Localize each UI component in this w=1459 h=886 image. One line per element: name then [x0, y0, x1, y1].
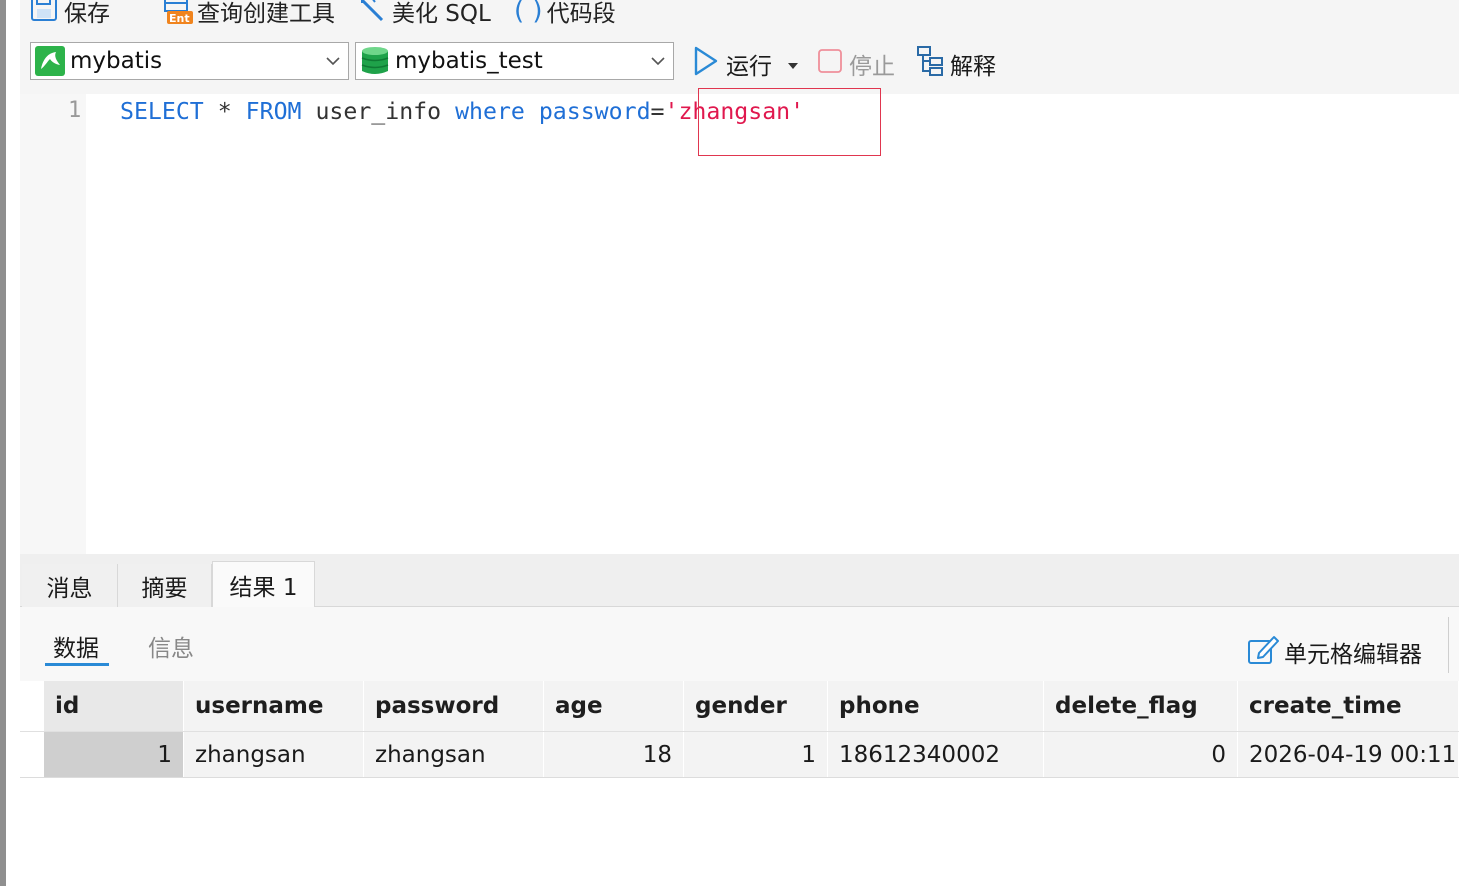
explain-button[interactable]: 解释 — [916, 45, 996, 83]
cell-phone[interactable]: 18612340002 — [828, 732, 1044, 777]
beautify-sql-label: 美化 SQL — [392, 1, 491, 27]
save-label: 保存 — [64, 1, 110, 27]
stop-square-icon — [817, 48, 843, 80]
column-header-delete-flag[interactable]: delete_flag — [1044, 681, 1238, 731]
query-builder-icon: Ent — [161, 0, 195, 25]
tab-result-1[interactable]: 结果 1 — [212, 561, 315, 608]
database-select[interactable]: mybatis_test — [355, 42, 674, 80]
table-row[interactable]: 1 zhangsan zhangsan 18 1 18612340002 0 2… — [20, 731, 1459, 778]
cell-editor-button[interactable]: 单元格编辑器 — [1246, 633, 1422, 671]
mysql-dolphin-icon — [34, 45, 66, 77]
magic-wand-icon — [358, 0, 392, 28]
database-selected-value: mybatis_test — [395, 48, 543, 74]
parentheses-icon: ( ) — [514, 0, 543, 26]
column-header-password[interactable]: password — [364, 681, 544, 731]
tab-result-1-label: 结果 1 — [229, 575, 298, 601]
subtab-data[interactable]: 数据 — [53, 629, 99, 663]
tab-messages[interactable]: 消息 — [22, 564, 118, 607]
annotation-highlight-box — [698, 88, 881, 156]
query-builder-button[interactable]: Ent 查询创建工具 — [161, 0, 335, 27]
active-tab-underline — [45, 663, 109, 666]
subtab-info[interactable]: 信息 — [148, 629, 194, 663]
main-toolbar: 保存 Ent 查询创建工具 美化 SQL ( ) 代码段 — [20, 0, 1459, 30]
column-header-id[interactable]: id — [44, 681, 184, 731]
chevron-down-icon — [318, 56, 348, 66]
chevron-down-icon — [643, 56, 673, 66]
row-header-corner — [20, 681, 44, 731]
connection-selected-value: mybatis — [70, 48, 163, 74]
column-header-age[interactable]: age — [544, 681, 684, 731]
column-header-phone[interactable]: phone — [828, 681, 1044, 731]
line-number: 1 — [68, 98, 82, 123]
line-gutter: 1 — [20, 94, 86, 554]
cell-create-time[interactable]: 2026-04-19 00:11:5 — [1238, 732, 1459, 777]
cell-age[interactable]: 18 — [544, 732, 684, 777]
tab-messages-label: 消息 — [46, 575, 93, 602]
explain-label: 解释 — [950, 54, 996, 80]
edit-pencil-icon — [1246, 633, 1280, 671]
divider — [1448, 617, 1449, 673]
beautify-sql-button[interactable]: 美化 SQL — [358, 0, 491, 28]
column-header-username[interactable]: username — [184, 681, 364, 731]
keyword-where: where — [455, 98, 525, 125]
connection-select[interactable]: mybatis — [30, 42, 349, 80]
save-button[interactable]: 保存 — [28, 0, 110, 28]
database-cylinder-icon — [359, 45, 391, 77]
column-header-create-time[interactable]: create_time — [1238, 681, 1459, 731]
tab-summary[interactable]: 摘要 — [118, 564, 212, 607]
snippet-button[interactable]: ( ) 代码段 — [514, 0, 616, 27]
window-margin — [6, 0, 20, 886]
result-subbar: 数据 信息 单元格编辑器 — [20, 607, 1459, 681]
keyword-select: SELECT — [120, 98, 204, 125]
cell-password[interactable]: zhangsan — [364, 732, 544, 777]
run-dropdown-button[interactable] — [786, 48, 800, 80]
keyword-from: FROM — [245, 98, 302, 125]
token-table: user_info — [301, 98, 456, 125]
result-tab-bar: 消息 摘要 结果 1 — [20, 554, 1459, 608]
token-equals: = — [650, 98, 665, 125]
token-star: * — [203, 98, 246, 125]
stop-label: 停止 — [849, 54, 895, 80]
token-column: password — [538, 98, 651, 125]
cell-delete-flag[interactable]: 0 — [1044, 732, 1238, 777]
caret-down-icon — [786, 51, 800, 77]
tab-summary-label: 摘要 — [141, 575, 188, 602]
save-icon — [28, 0, 64, 28]
grid-header-row: id username password age gender phone de… — [20, 681, 1459, 731]
run-label: 运行 — [726, 54, 772, 80]
cell-editor-label: 单元格编辑器 — [1284, 642, 1422, 668]
cell-username[interactable]: zhangsan — [184, 732, 364, 777]
ent-badge: Ent — [169, 12, 190, 25]
sql-editor[interactable]: 1 SELECT * FROM user_info where password… — [20, 88, 1459, 554]
cell-id[interactable]: 1 — [44, 732, 184, 777]
stop-button[interactable]: 停止 — [817, 48, 895, 80]
run-button[interactable]: 运行 — [692, 45, 772, 83]
explain-tree-icon — [916, 45, 948, 83]
snippet-label: 代码段 — [546, 1, 616, 27]
cell-gender[interactable]: 1 — [684, 732, 828, 777]
query-toolbar: mybatis mybatis_test 运行 停止 解释 — [20, 30, 1459, 94]
play-icon — [692, 45, 720, 83]
query-builder-label: 查询创建工具 — [197, 1, 335, 27]
column-header-gender[interactable]: gender — [684, 681, 828, 731]
row-header[interactable] — [20, 732, 44, 777]
